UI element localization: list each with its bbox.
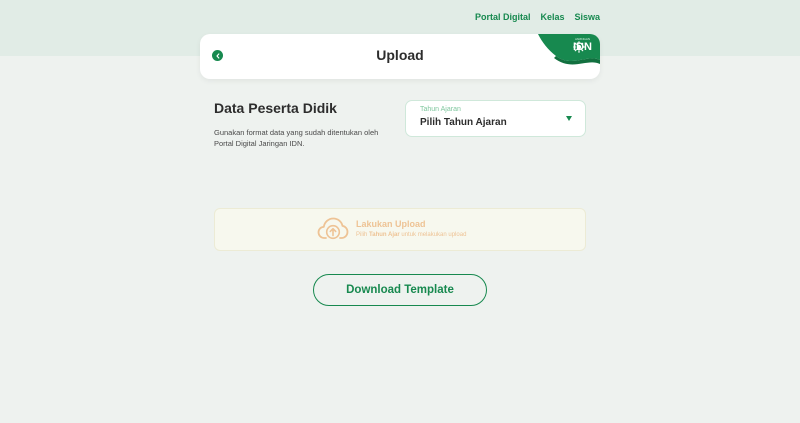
idn-logo: JARINGAN IDN: [532, 34, 600, 79]
header-card: Upload JARINGAN IDN: [200, 34, 600, 79]
select-value: Pilih Tahun Ajaran: [420, 117, 507, 128]
tahun-ajaran-select[interactable]: Tahun Ajaran Pilih Tahun Ajaran: [405, 100, 586, 137]
cloud-upload-icon: [317, 217, 349, 240]
section-description: Gunakan format data yang sudah ditentuka…: [214, 128, 379, 148]
nav-siswa[interactable]: Siswa: [574, 12, 600, 22]
upload-hint-bold: Tahun Ajar: [369, 232, 400, 238]
select-label: Tahun Ajaran: [420, 106, 461, 113]
upload-dropzone[interactable]: Lakukan Upload Pilih Tahun Ajar untuk me…: [214, 208, 586, 251]
nav-kelas[interactable]: Kelas: [540, 12, 564, 22]
section-title: Data Peserta Didik: [214, 100, 337, 116]
upload-title: Lakukan Upload: [356, 219, 426, 229]
upload-hint-prefix: Pilih: [356, 232, 368, 238]
top-navigation: Portal Digital Kelas Siswa: [475, 12, 600, 22]
nav-portal-digital[interactable]: Portal Digital: [475, 12, 531, 22]
dropdown-arrow-icon: [566, 116, 572, 121]
upload-hint-suffix: untuk melakukan upload: [401, 232, 467, 238]
download-template-button[interactable]: Download Template: [313, 274, 487, 306]
upload-hint: Pilih Tahun Ajar untuk melakukan upload: [356, 232, 466, 238]
sun-logo-icon: [573, 41, 585, 53]
